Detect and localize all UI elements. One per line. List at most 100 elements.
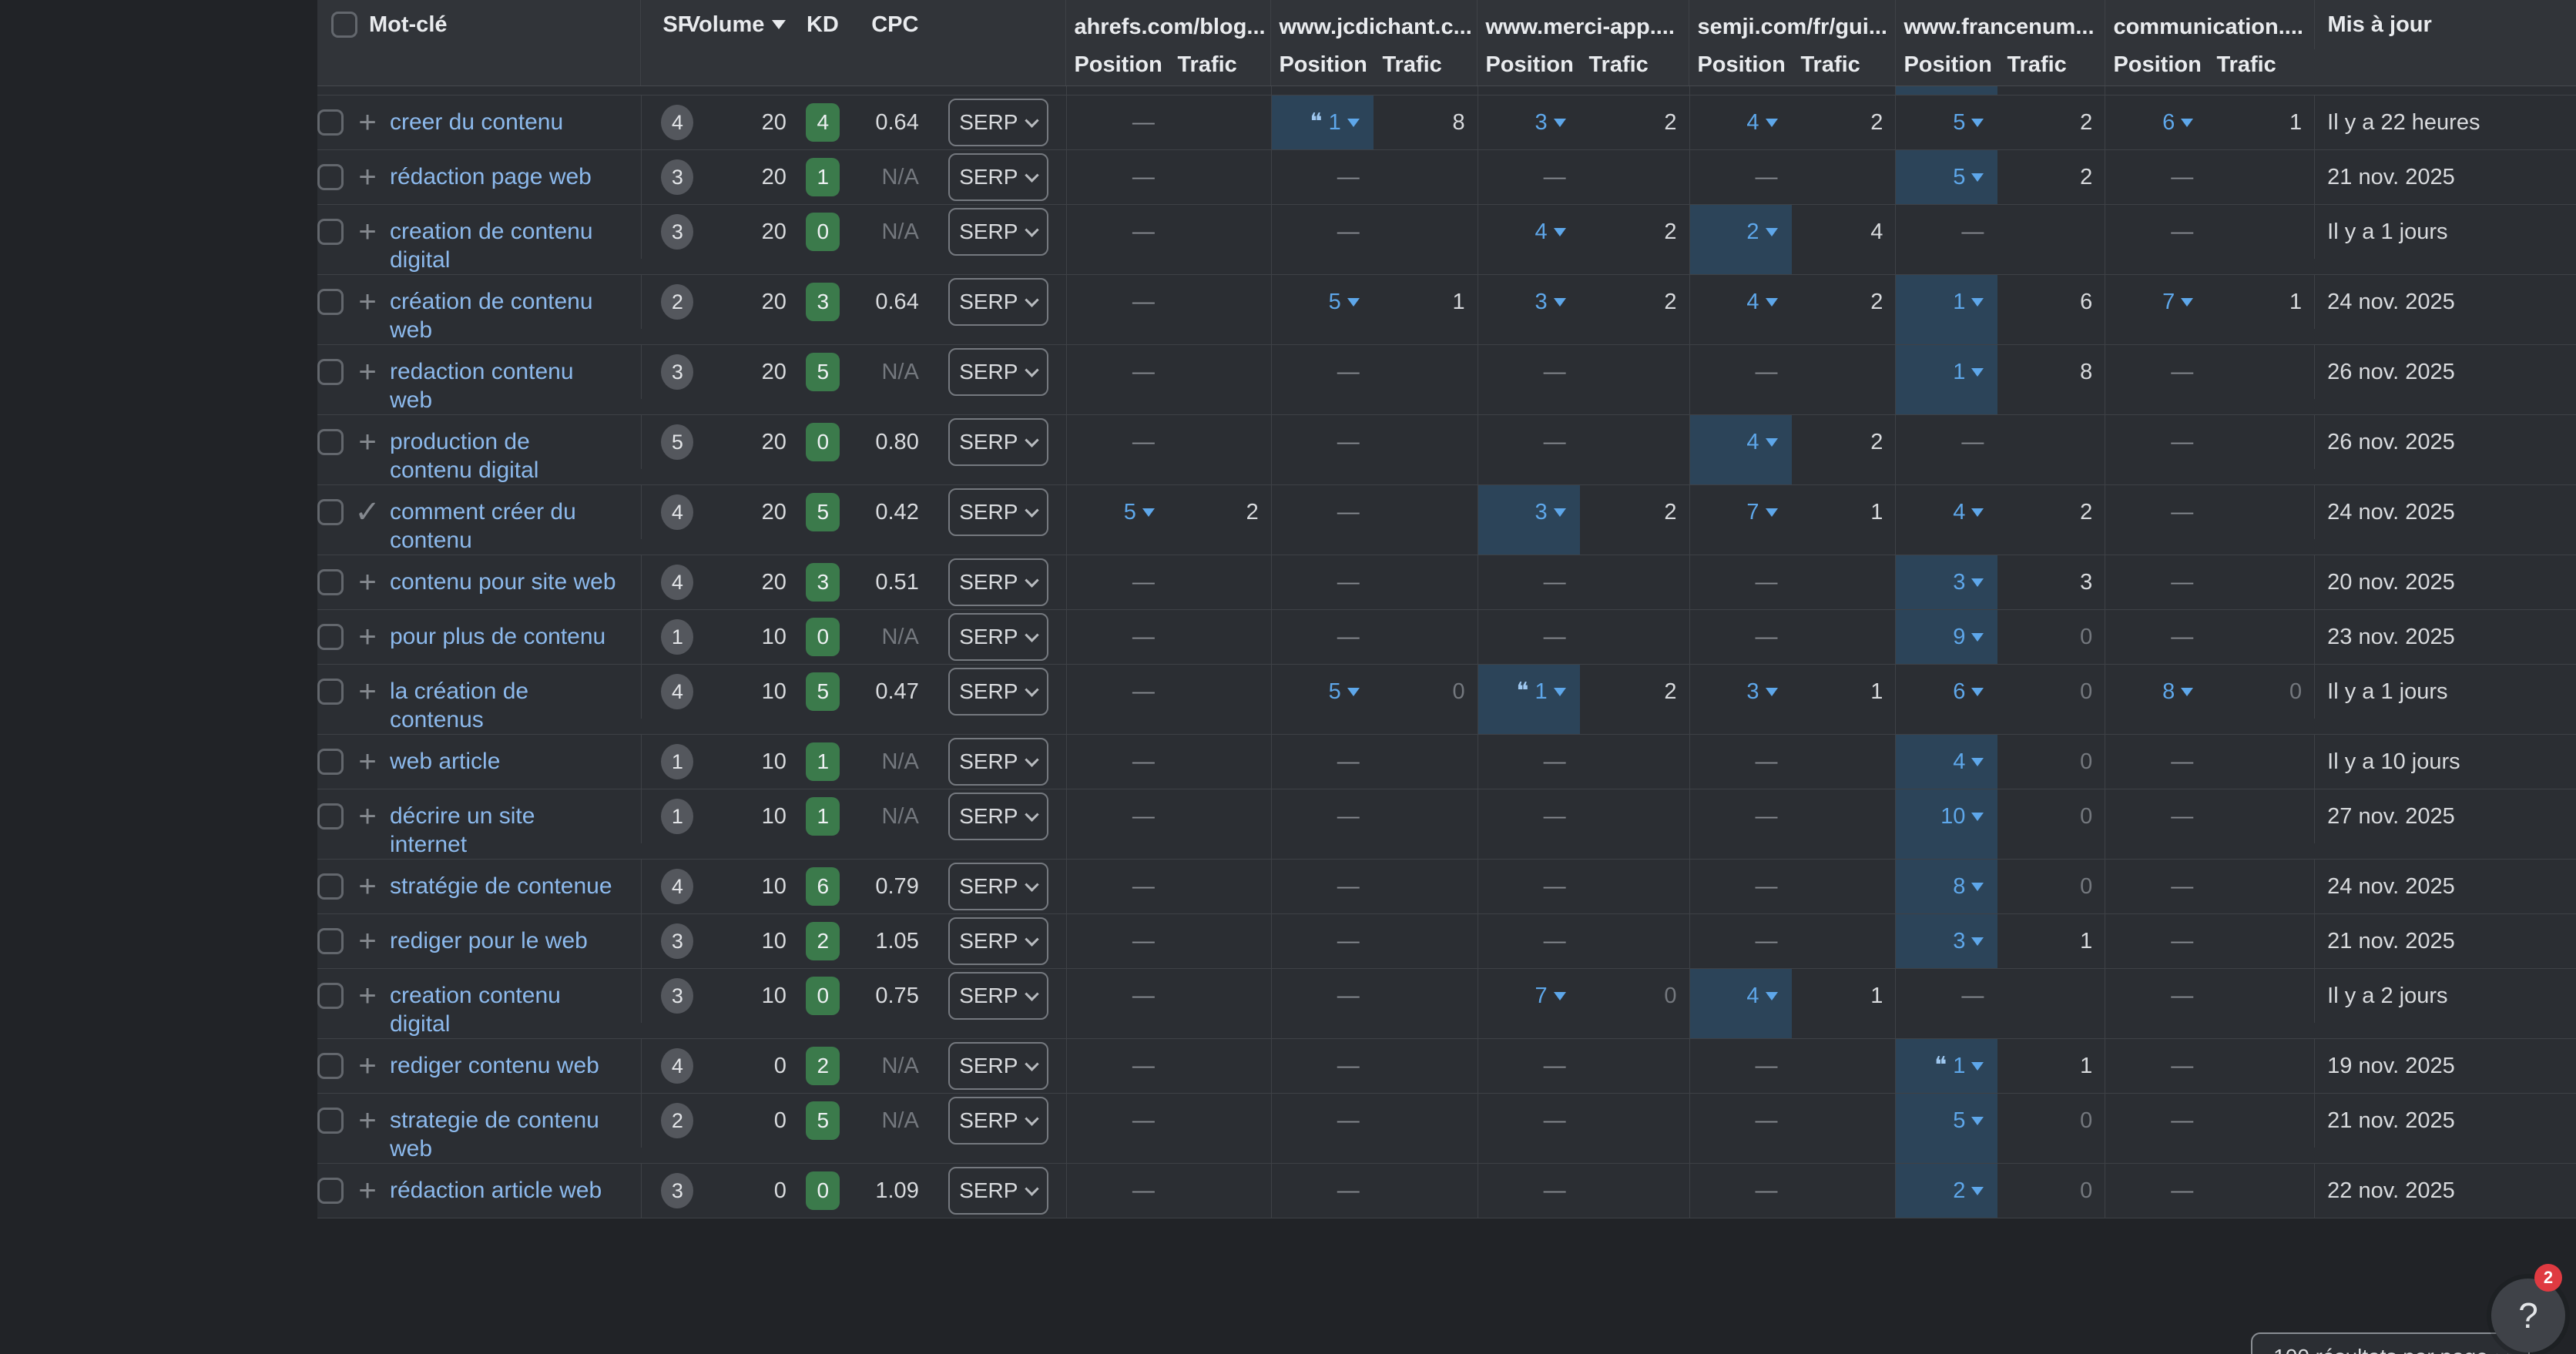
keyword-link[interactable]: rediger pour le web xyxy=(390,914,588,955)
row-checkbox[interactable] xyxy=(317,679,344,705)
position-value-dropdown[interactable]: 5 xyxy=(1953,165,1984,190)
row-checkbox[interactable] xyxy=(317,429,344,455)
serp-dropdown-button[interactable]: SERP xyxy=(948,917,1048,965)
row-checkbox[interactable] xyxy=(317,983,344,1009)
keyword-link[interactable]: la création de contenus xyxy=(390,665,528,734)
keyword-link[interactable]: redaction contenu web xyxy=(390,345,574,414)
position-value-dropdown[interactable]: 3 xyxy=(1953,570,1984,595)
row-checkbox[interactable] xyxy=(317,109,344,136)
serp-dropdown-button[interactable]: SERP xyxy=(948,793,1048,840)
results-per-page-button[interactable]: 100 résultats par page xyxy=(2251,1332,2530,1354)
add-keyword-icon[interactable]: + xyxy=(354,215,381,250)
serp-dropdown-button[interactable]: SERP xyxy=(948,558,1048,606)
keyword-link[interactable]: web article xyxy=(390,735,500,776)
add-keyword-icon[interactable]: + xyxy=(354,620,381,655)
row-checkbox[interactable] xyxy=(317,1053,344,1079)
position-value-dropdown[interactable]: 4 xyxy=(1746,984,1777,1009)
header-volume-sort[interactable]: Volume xyxy=(713,0,793,49)
row-checkbox[interactable] xyxy=(317,569,344,595)
serp-dropdown-button[interactable]: SERP xyxy=(948,348,1048,396)
row-checkbox[interactable] xyxy=(317,289,344,315)
keyword-link[interactable]: création de contenu web xyxy=(390,275,593,344)
add-keyword-icon[interactable]: + xyxy=(354,160,381,195)
serp-dropdown-button[interactable]: SERP xyxy=(948,418,1048,466)
position-value-dropdown[interactable]: 4 xyxy=(1535,220,1565,245)
serp-dropdown-button[interactable]: SERP xyxy=(948,738,1048,786)
serp-dropdown-button[interactable]: SERP xyxy=(948,863,1048,910)
keyword-link[interactable]: creation de contenu digital xyxy=(390,205,593,274)
keyword-link[interactable]: pour plus de contenu xyxy=(390,610,605,651)
keyword-link[interactable]: stratégie de contenue xyxy=(390,860,612,900)
keyword-link[interactable]: creation contenu digital xyxy=(390,969,561,1038)
keyword-link[interactable]: creer du contenu xyxy=(390,96,563,136)
serp-dropdown-button[interactable]: SERP xyxy=(948,208,1048,256)
position-value-dropdown[interactable]: 7 xyxy=(1746,500,1777,525)
position-value-dropdown[interactable]: 6 xyxy=(2162,110,2193,136)
row-checkbox[interactable] xyxy=(317,928,344,954)
add-keyword-icon[interactable]: + xyxy=(354,1104,381,1138)
add-keyword-icon[interactable]: + xyxy=(354,745,381,779)
row-checkbox[interactable] xyxy=(317,749,344,775)
keyword-link[interactable]: rédaction page web xyxy=(390,150,592,191)
select-all-checkbox[interactable] xyxy=(331,12,357,38)
position-value-dropdown[interactable]: 3 xyxy=(1535,110,1565,136)
position-value-dropdown[interactable]: 1 xyxy=(1953,360,1984,385)
position-value-dropdown[interactable]: 5 xyxy=(1329,290,1360,315)
add-keyword-icon[interactable]: + xyxy=(354,355,381,390)
position-value-dropdown[interactable]: 8 xyxy=(1953,874,1984,900)
position-value-dropdown[interactable]: 2 xyxy=(1746,220,1777,245)
keyword-link[interactable]: comment créer du contenu xyxy=(390,485,576,555)
position-value-dropdown[interactable]: 4 xyxy=(1746,290,1777,315)
keyword-link[interactable]: rédaction article web xyxy=(390,1164,602,1205)
serp-dropdown-button[interactable]: SERP xyxy=(948,1097,1048,1145)
add-keyword-icon[interactable]: + xyxy=(354,799,381,834)
position-value-dropdown[interactable]: ❝1 xyxy=(1310,110,1359,136)
position-value-dropdown[interactable]: 4 xyxy=(1746,430,1777,455)
position-value-dropdown[interactable]: 6 xyxy=(1953,679,1984,705)
position-value-dropdown[interactable]: 4 xyxy=(1746,110,1777,136)
position-value-dropdown[interactable]: 2 xyxy=(1953,1178,1984,1204)
position-value-dropdown[interactable]: 3 xyxy=(1535,500,1565,525)
position-value-dropdown[interactable]: ❝1 xyxy=(1516,679,1565,705)
serp-dropdown-button[interactable]: SERP xyxy=(948,972,1048,1020)
keyword-link[interactable]: strategie de contenu web xyxy=(390,1094,599,1163)
position-value-dropdown[interactable]: 7 xyxy=(1535,984,1565,1009)
row-checkbox[interactable] xyxy=(317,873,344,900)
row-checkbox[interactable] xyxy=(317,219,344,245)
serp-dropdown-button[interactable]: SERP xyxy=(948,1042,1048,1090)
position-value-dropdown[interactable]: ❝1 xyxy=(1934,1054,1984,1079)
serp-dropdown-button[interactable]: SERP xyxy=(948,278,1048,326)
row-checkbox[interactable] xyxy=(317,1108,344,1134)
position-value-dropdown[interactable]: 7 xyxy=(2162,290,2193,315)
keyword-added-check-icon[interactable]: ✓ xyxy=(354,494,381,530)
row-checkbox[interactable] xyxy=(317,359,344,385)
position-value-dropdown[interactable]: 4 xyxy=(1953,500,1984,525)
serp-dropdown-button[interactable]: SERP xyxy=(948,488,1048,536)
position-value-dropdown[interactable]: 4 xyxy=(1953,749,1984,775)
position-value-dropdown[interactable]: 5 xyxy=(1329,679,1360,705)
add-keyword-icon[interactable]: + xyxy=(354,425,381,460)
add-keyword-icon[interactable]: + xyxy=(354,924,381,959)
position-value-dropdown[interactable]: 3 xyxy=(1746,679,1777,705)
position-value-dropdown[interactable]: 1 xyxy=(1953,290,1984,315)
position-value-dropdown[interactable]: 3 xyxy=(1953,929,1984,954)
row-checkbox[interactable] xyxy=(317,164,344,190)
row-checkbox[interactable] xyxy=(317,624,344,650)
serp-dropdown-button[interactable]: SERP xyxy=(948,153,1048,201)
position-value-dropdown[interactable]: 5 xyxy=(1124,500,1155,525)
position-value-dropdown[interactable]: 5 xyxy=(1953,1108,1984,1134)
serp-dropdown-button[interactable]: SERP xyxy=(948,613,1048,661)
add-keyword-icon[interactable]: + xyxy=(354,870,381,904)
add-keyword-icon[interactable]: + xyxy=(354,1174,381,1208)
position-value-dropdown[interactable]: 9 xyxy=(1953,625,1984,650)
serp-dropdown-button[interactable]: SERP xyxy=(948,1167,1048,1215)
position-value-dropdown[interactable]: 10 xyxy=(1940,804,1984,829)
add-keyword-icon[interactable]: + xyxy=(354,106,381,140)
keyword-link[interactable]: production de contenu digital xyxy=(390,415,538,484)
position-value-dropdown[interactable]: 3 xyxy=(1535,290,1565,315)
row-checkbox[interactable] xyxy=(317,1178,344,1204)
serp-dropdown-button[interactable]: SERP xyxy=(948,99,1048,146)
keyword-link[interactable]: contenu pour site web xyxy=(390,555,616,596)
add-keyword-icon[interactable]: + xyxy=(354,675,381,709)
serp-dropdown-button[interactable]: SERP xyxy=(948,668,1048,716)
